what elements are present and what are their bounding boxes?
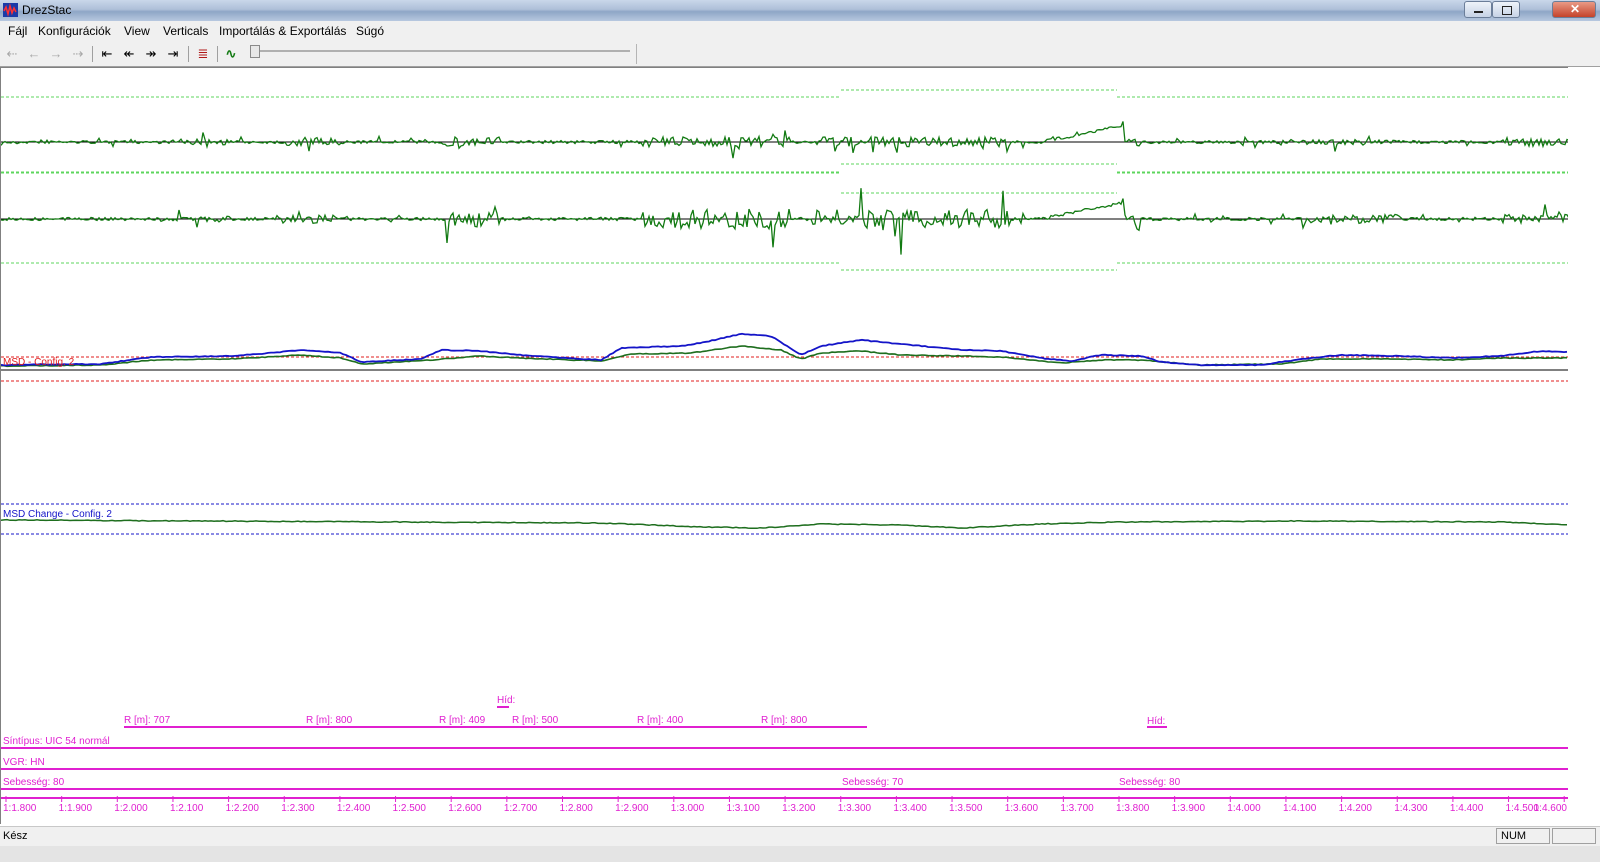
axis-tick-label: 1:4.100 — [1283, 803, 1317, 814]
axis-tick-label: 1:2.900 — [615, 803, 649, 814]
msd-change-label: MSD Change - Config. 2 — [3, 509, 112, 520]
right-margin — [1568, 67, 1600, 824]
menu-view[interactable]: View — [124, 24, 150, 38]
axis-tick-label: 1:3.900 — [1172, 803, 1206, 814]
toolbar-divider — [636, 44, 637, 64]
curve-radius-label: R [m]: 400 — [637, 715, 684, 726]
toolbar-separator — [188, 46, 189, 62]
axis-tick-label: 1:1.900 — [59, 803, 93, 814]
curve-radius-label: R [m]: 800 — [761, 715, 808, 726]
axis-tick-label: 1:2.000 — [114, 803, 148, 814]
speed-label: Sebesség: 70 — [842, 777, 904, 788]
track-settings-icon[interactable]: ≣ — [193, 45, 213, 63]
axis-tick-label: 1:4.000 — [1227, 803, 1261, 814]
signal-chart: MSD - Config. 2 MSD Change - Config. 2 H… — [1, 89, 1568, 814]
restore-button[interactable] — [1492, 1, 1520, 18]
axis-tick-label: 1:2.400 — [337, 803, 371, 814]
axis-tick-label: 1:3.000 — [671, 803, 705, 814]
axis-tick-label: 1:3.300 — [838, 803, 872, 814]
axis-tick-label: 1:2.800 — [560, 803, 594, 814]
vibration-trace — [1, 188, 1568, 255]
axis-tick-label: 1:1.800 — [3, 803, 37, 814]
forward-disabled-icon[interactable]: ⇢ — [68, 45, 88, 63]
step-forward-icon[interactable]: ↠ — [141, 45, 161, 63]
bridge-label: Híd: — [1147, 716, 1165, 727]
rail-type-label: Síntípus: UIC 54 normál — [3, 736, 110, 747]
msd-label: MSD - Config. 2 — [3, 357, 75, 368]
bridge-label: Híd: — [497, 695, 515, 706]
curve-radius-label: R [m]: 500 — [512, 715, 559, 726]
back-disabled-icon[interactable]: ⇠ — [2, 45, 22, 63]
menu-import-export[interactable]: Importálás & Exportálás — [219, 24, 346, 38]
axis-tick-label: 1:3.200 — [782, 803, 816, 814]
taskbar-strip — [0, 846, 1600, 862]
axis-tick-label: 1:3.100 — [726, 803, 760, 814]
axis-tick-label: 1:2.100 — [170, 803, 204, 814]
jump-start-icon[interactable]: ⇤ — [97, 45, 117, 63]
plot-area[interactable]: MSD - Config. 2 MSD Change - Config. 2 H… — [0, 67, 1568, 824]
speed-label: Sebesség: 80 — [3, 777, 65, 788]
axis-tick-label: 1:3.600 — [1005, 803, 1039, 814]
speed-label: Sebesség: 80 — [1119, 777, 1181, 788]
title-bar: DrezStac ✕ — [0, 0, 1600, 21]
menu-configurations[interactable]: Konfigurációk — [38, 24, 111, 38]
vgr-label: VGR: HN — [3, 757, 45, 768]
jump-end-icon[interactable]: ⇥ — [163, 45, 183, 63]
menu-verticals[interactable]: Verticals — [163, 24, 208, 38]
axis-tick-label: 1:2.700 — [504, 803, 538, 814]
forward-small-disabled-icon[interactable]: → — [46, 45, 66, 63]
axis-tick-label: 1:3.700 — [1060, 803, 1094, 814]
back-small-disabled-icon[interactable]: ← — [24, 45, 44, 63]
app-icon — [3, 3, 18, 17]
threshold-lines — [1, 89, 1568, 799]
close-button[interactable]: ✕ — [1552, 1, 1596, 18]
axis-tick-label: 1:2.200 — [226, 803, 260, 814]
close-icon: ✕ — [1570, 2, 1581, 16]
msd-change-trace — [1, 518, 1567, 530]
axis-tick-label: 1:2.300 — [281, 803, 315, 814]
axis-tick-label: 1:4.300 — [1394, 803, 1428, 814]
axis-tick-label: 1:2.600 — [448, 803, 482, 814]
status-bar: Kész NUM — [0, 826, 1600, 847]
restore-icon — [1502, 6, 1512, 15]
status-text: Kész — [3, 830, 28, 842]
signal-traces — [1, 121, 1568, 530]
status-panel — [1552, 828, 1596, 844]
curve-radius-label: R [m]: 707 — [124, 715, 171, 726]
axis-tick-label: 1:4.200 — [1339, 803, 1373, 814]
curve-radius-label: R [m]: 409 — [439, 715, 486, 726]
msd-primary-trace — [1, 332, 1568, 367]
minimize-icon — [1474, 11, 1483, 13]
axis-tick-label: 1:2.500 — [393, 803, 427, 814]
num-lock-indicator: NUM — [1496, 828, 1550, 844]
toolbar-separator — [92, 46, 93, 62]
axis-tick-label: 1:4.400 — [1450, 803, 1484, 814]
signal-view-icon[interactable]: ∿ — [221, 45, 241, 63]
menu-help[interactable]: Súgó — [356, 24, 384, 38]
minimize-button[interactable] — [1464, 1, 1492, 18]
toolbar-separator — [217, 46, 218, 62]
window-title: DrezStac — [22, 3, 72, 17]
curve-radius-label: R [m]: 800 — [306, 715, 353, 726]
vibration-trace — [1, 121, 1568, 159]
axis-tick-label: 1:3.500 — [949, 803, 983, 814]
position-slider-track[interactable] — [252, 50, 630, 52]
axis-tick-label: 1:3.400 — [893, 803, 927, 814]
step-back-icon[interactable]: ↞ — [119, 45, 139, 63]
menu-file[interactable]: Fájl — [8, 24, 27, 38]
toolbar: ⇠ ← → ⇢ ⇤ ↞ ↠ ⇥ ≣ ∿ — [0, 42, 1600, 67]
axis-tick-label: 1:3.800 — [1116, 803, 1150, 814]
position-slider-thumb[interactable] — [250, 45, 260, 58]
axis-tick-label: 1:4.600 — [1534, 803, 1568, 814]
menu-bar: Fájl Konfigurációk View Verticals Import… — [0, 21, 1600, 42]
